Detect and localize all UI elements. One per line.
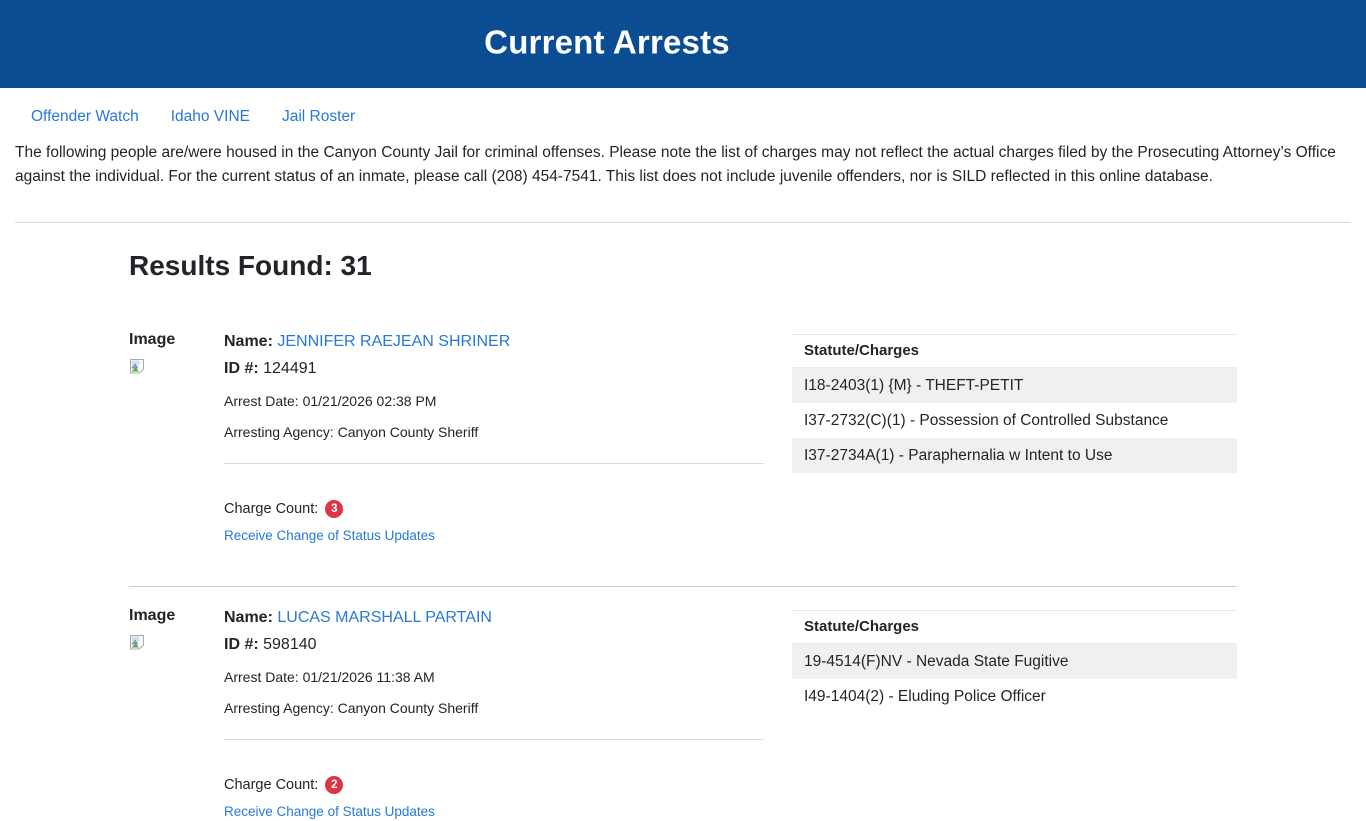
charge-row: I49-1404(2) - Eluding Police Officer [792,679,1237,714]
broken-image-icon [129,358,146,374]
page-title: Current Arrests [484,23,730,61]
status-updates-link[interactable]: Receive Change of Status Updates [224,804,435,819]
inmate-name-link[interactable]: JENNIFER RAEJEAN SHRINER [277,333,510,350]
top-nav: Offender Watch Idaho VINE Jail Roster [0,88,1366,126]
charge-text: I37-2732(C)(1) - Possession of Controlle… [792,403,1237,438]
charges-table: Statute/Charges I18-2403(1) {M} - THEFT-… [792,334,1237,473]
record-divider [129,586,1237,587]
record-charges-column: Statute/Charges 19-4514(F)NV - Nevada St… [792,607,1237,714]
name-label: Name: [224,609,273,626]
charge-count-badge: 2 [325,776,343,794]
arrest-record: Image Name: JENNIFER RAEJEAN SHRINER ID … [129,331,1237,545]
charge-count-line: Charge Count: 3 [224,500,764,518]
inmate-id-value: 598140 [263,636,316,653]
broken-image-icon [129,634,146,650]
arrest-record: Image Name: LUCAS MARSHALL PARTAIN ID #:… [129,607,1237,821]
charges-table: Statute/Charges 19-4514(F)NV - Nevada St… [792,610,1237,714]
charge-row: I37-2732(C)(1) - Possession of Controlle… [792,403,1237,438]
page-header: Current Arrests [0,0,1366,88]
charge-text: I37-2734A(1) - Paraphernalia w Intent to… [792,438,1237,473]
nav-link-jail-roster[interactable]: Jail Roster [282,108,355,126]
charge-count-badge: 3 [325,500,343,518]
nav-link-offender-watch[interactable]: Offender Watch [31,108,139,126]
charge-row: 19-4514(F)NV - Nevada State Fugitive [792,644,1237,680]
record-details-column: Name: LUCAS MARSHALL PARTAIN ID #: 59814… [224,607,764,821]
id-line: ID #: 124491 [224,358,764,380]
intro-text: The following people are/were housed in … [15,141,1351,189]
charge-text: I18-2403(1) {M} - THEFT-PETIT [792,368,1237,404]
details-divider [224,739,764,740]
charge-count-label: Charge Count: [224,777,318,793]
record-image-column: Image [129,331,224,379]
charge-text: I49-1404(2) - Eluding Police Officer [792,679,1237,714]
charge-count-label: Charge Count: [224,501,318,517]
arrest-date: Arrest Date: 01/21/2026 11:38 AM [224,667,764,687]
id-label: ID #: [224,360,259,377]
charge-text: 19-4514(F)NV - Nevada State Fugitive [792,644,1237,680]
intro-divider [15,222,1351,223]
arresting-agency: Arresting Agency: Canyon County Sheriff [224,422,764,442]
inmate-id-value: 124491 [263,360,316,377]
image-column-label: Image [129,331,224,349]
nav-link-idaho-vine[interactable]: Idaho VINE [171,108,250,126]
results-count-heading: Results Found: 31 [129,250,1237,282]
inmate-name-link[interactable]: LUCAS MARSHALL PARTAIN [277,609,492,626]
charges-table-header: Statute/Charges [792,335,1237,368]
charge-count-line: Charge Count: 2 [224,776,764,794]
name-line: Name: LUCAS MARSHALL PARTAIN [224,607,764,629]
details-divider [224,463,764,464]
record-image-column: Image [129,607,224,655]
charges-table-header: Statute/Charges [792,611,1237,644]
name-label: Name: [224,333,273,350]
record-details-column: Name: JENNIFER RAEJEAN SHRINER ID #: 124… [224,331,764,545]
status-updates-link[interactable]: Receive Change of Status Updates [224,528,435,543]
record-charges-column: Statute/Charges I18-2403(1) {M} - THEFT-… [792,331,1237,473]
charge-row: I18-2403(1) {M} - THEFT-PETIT [792,368,1237,404]
id-line: ID #: 598140 [224,634,764,656]
arrest-date: Arrest Date: 01/21/2026 02:38 PM [224,391,764,411]
id-label: ID #: [224,636,259,653]
arresting-agency: Arresting Agency: Canyon County Sheriff [224,698,764,718]
name-line: Name: JENNIFER RAEJEAN SHRINER [224,331,764,353]
results-section: Results Found: 31 Image Name: JENNIFER R… [129,250,1237,821]
image-column-label: Image [129,607,224,625]
charge-row: I37-2734A(1) - Paraphernalia w Intent to… [792,438,1237,473]
